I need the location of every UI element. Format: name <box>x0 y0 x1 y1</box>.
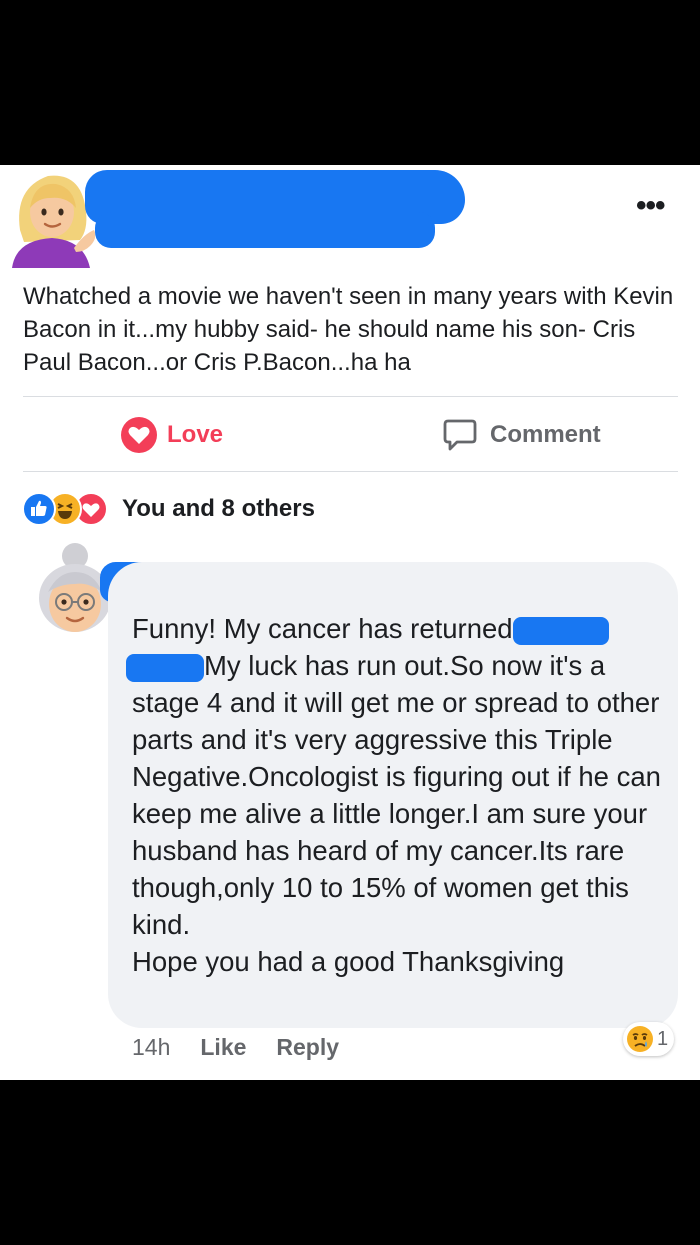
divider <box>23 471 678 472</box>
love-label: Love <box>167 421 224 448</box>
comment-body-text: Funny! My cancer has returned My luck ha… <box>126 610 662 980</box>
love-button[interactable]: Love <box>121 412 223 458</box>
comment-button[interactable]: Comment <box>442 412 601 458</box>
post-body-text: Whatched a movie we haven't seen in many… <box>23 283 674 376</box>
sad-face-icon <box>627 1026 653 1052</box>
divider <box>23 396 678 397</box>
comment-meta: 14h Like Reply <box>132 1034 339 1061</box>
comment-reaction-badge[interactable]: 1 <box>623 1022 675 1056</box>
poster-avatar[interactable] <box>10 168 95 268</box>
reaction-count: 1 <box>657 1027 669 1050</box>
comment-label: Comment <box>490 421 601 448</box>
reaction-summary-text: You and 8 others <box>122 495 315 522</box>
redacted-mention <box>126 653 204 682</box>
comment-like-button[interactable]: Like <box>200 1034 246 1061</box>
comment-timestamp[interactable]: 14h <box>132 1034 170 1061</box>
like-icon <box>22 492 56 526</box>
more-options-button[interactable]: ••• <box>636 191 665 221</box>
comment-bubble-icon <box>443 419 477 451</box>
comment-closing-line: Hope you had a good Thanksgiving <box>132 946 565 977</box>
comment-text-part: Funny! My cancer has returned <box>132 613 513 644</box>
reaction-summary[interactable]: You and 8 others <box>22 492 315 526</box>
love-heart-icon <box>121 417 157 453</box>
redacted-mention <box>512 616 609 645</box>
comment-reply-button[interactable]: Reply <box>276 1034 339 1061</box>
comment-text-part: My luck has run out.So now it's a stage … <box>132 650 661 940</box>
redacted-poster-name <box>95 212 435 248</box>
